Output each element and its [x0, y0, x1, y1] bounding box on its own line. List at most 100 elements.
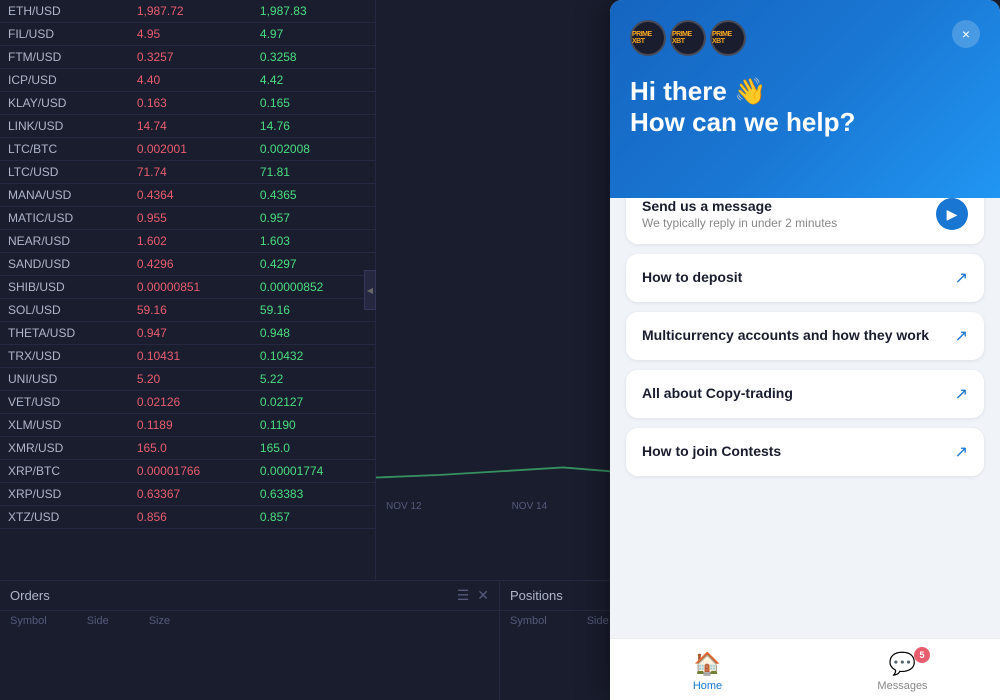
- market-row[interactable]: XRP/USD 0.63367 0.63383: [0, 483, 375, 506]
- market-row[interactable]: SOL/USD 59.16 59.16: [0, 299, 375, 322]
- send-message-title: Send us a message: [642, 198, 837, 214]
- market-row[interactable]: MANA/USD 0.4364 0.4365: [0, 184, 375, 207]
- orders-panel-title: Orders: [10, 588, 50, 603]
- market-row[interactable]: TRX/USD 0.10431 0.10432: [0, 345, 375, 368]
- market-row[interactable]: LINK/USD 14.74 14.76: [0, 115, 375, 138]
- chat-overlay: PRIME XBT PRIME XBT PRIME XBT × Hi there…: [610, 0, 1000, 700]
- symbol-cell: LTC/USD: [0, 161, 129, 184]
- help-link-title: All about Copy-trading: [642, 385, 793, 401]
- symbol-cell: NEAR/USD: [0, 230, 129, 253]
- tab-home[interactable]: 🏠 Home: [610, 647, 805, 696]
- logo-group: PRIME XBT PRIME XBT PRIME XBT: [630, 20, 746, 56]
- symbol-cell: FTM/USD: [0, 46, 129, 69]
- ask-cell: 5.22: [252, 368, 375, 391]
- chat-greeting: Hi there 👋 How can we help?: [630, 76, 980, 138]
- date-label-nov14: NOV 14: [512, 501, 548, 512]
- help-link-content: All about Copy-trading: [642, 385, 793, 403]
- market-row[interactable]: KLAY/USD 0.163 0.165: [0, 92, 375, 115]
- send-message-card-content: Send us a message We typically reply in …: [642, 198, 837, 230]
- ask-cell: 0.857: [252, 506, 375, 529]
- bid-cell: 0.4364: [129, 184, 252, 207]
- symbol-cell: KLAY/USD: [0, 92, 129, 115]
- collapse-button[interactable]: ◀: [364, 270, 376, 310]
- orders-close-icon[interactable]: ✕: [477, 587, 489, 604]
- symbol-cell: THETA/USD: [0, 322, 129, 345]
- ask-cell: 0.002008: [252, 138, 375, 161]
- chat-header: PRIME XBT PRIME XBT PRIME XBT × Hi there…: [610, 0, 1000, 198]
- ask-cell: 0.948: [252, 322, 375, 345]
- send-message-icon: ▶: [936, 198, 968, 230]
- bid-cell: 5.20: [129, 368, 252, 391]
- symbol-cell: LINK/USD: [0, 115, 129, 138]
- market-row[interactable]: UNI/USD 5.20 5.22: [0, 368, 375, 391]
- bid-cell: 0.1189: [129, 414, 252, 437]
- positions-panel-title: Positions: [510, 588, 563, 603]
- logo-2: PRIME XBT: [670, 20, 706, 56]
- orders-menu-icon[interactable]: ☰: [457, 587, 470, 604]
- symbol-cell: XRP/BTC: [0, 460, 129, 483]
- symbol-cell: XTZ/USD: [0, 506, 129, 529]
- bid-cell: 0.4296: [129, 253, 252, 276]
- market-row[interactable]: MATIC/USD 0.955 0.957: [0, 207, 375, 230]
- ask-cell: 165.0: [252, 437, 375, 460]
- bid-cell: 59.16: [129, 299, 252, 322]
- symbol-cell: SOL/USD: [0, 299, 129, 322]
- market-row[interactable]: ETH/USD 1,987.72 1,987.83: [0, 0, 375, 23]
- ask-cell: 0.4365: [252, 184, 375, 207]
- external-link-icon: ↗: [955, 326, 968, 346]
- market-row[interactable]: NEAR/USD 1.602 1.603: [0, 230, 375, 253]
- market-row[interactable]: VET/USD 0.02126 0.02127: [0, 391, 375, 414]
- market-row[interactable]: THETA/USD 0.947 0.948: [0, 322, 375, 345]
- messages-tab-label: Messages: [877, 680, 927, 692]
- symbol-cell: SAND/USD: [0, 253, 129, 276]
- bid-cell: 165.0: [129, 437, 252, 460]
- bid-cell: 0.00001766: [129, 460, 252, 483]
- market-row[interactable]: SAND/USD 0.4296 0.4297: [0, 253, 375, 276]
- help-link-card[interactable]: How to deposit ↗: [626, 254, 984, 302]
- bid-cell: 0.00000851: [129, 276, 252, 299]
- symbol-cell: UNI/USD: [0, 368, 129, 391]
- help-link-card[interactable]: All about Copy-trading ↗: [626, 370, 984, 418]
- symbol-cell: ICP/USD: [0, 69, 129, 92]
- market-row[interactable]: XLM/USD 0.1189 0.1190: [0, 414, 375, 437]
- market-row[interactable]: FIL/USD 4.95 4.97: [0, 23, 375, 46]
- home-tab-label: Home: [693, 680, 722, 692]
- ask-cell: 0.4297: [252, 253, 375, 276]
- ask-cell: 4.42: [252, 69, 375, 92]
- bid-cell: 0.856: [129, 506, 252, 529]
- bid-cell: 0.10431: [129, 345, 252, 368]
- help-link-card[interactable]: Multicurrency accounts and how they work…: [626, 312, 984, 360]
- chat-close-button[interactable]: ×: [952, 20, 980, 48]
- greeting-text: Hi there 👋: [630, 76, 980, 107]
- tab-messages[interactable]: 5 💬 Messages: [805, 647, 1000, 696]
- market-row[interactable]: XTZ/USD 0.856 0.857: [0, 506, 375, 529]
- market-row[interactable]: XRP/BTC 0.00001766 0.00001774: [0, 460, 375, 483]
- symbol-cell: XRP/USD: [0, 483, 129, 506]
- ask-cell: 14.76: [252, 115, 375, 138]
- external-link-icon: ↗: [955, 442, 968, 462]
- help-link-title: Multicurrency accounts and how they work: [642, 327, 929, 343]
- orders-col-side: Side: [87, 615, 109, 627]
- bid-cell: 0.163: [129, 92, 252, 115]
- ask-cell: 71.81: [252, 161, 375, 184]
- bid-cell: 71.74: [129, 161, 252, 184]
- help-link-card[interactable]: How to join Contests ↗: [626, 428, 984, 476]
- bid-cell: 4.95: [129, 23, 252, 46]
- bid-cell: 4.40: [129, 69, 252, 92]
- market-row[interactable]: LTC/BTC 0.002001 0.002008: [0, 138, 375, 161]
- date-label-nov12: NOV 12: [386, 501, 422, 512]
- bid-cell: 0.02126: [129, 391, 252, 414]
- bid-cell: 0.63367: [129, 483, 252, 506]
- bid-cell: 14.74: [129, 115, 252, 138]
- orders-col-size: Size: [149, 615, 170, 627]
- market-row[interactable]: ICP/USD 4.40 4.42: [0, 69, 375, 92]
- market-row[interactable]: LTC/USD 71.74 71.81: [0, 161, 375, 184]
- ask-cell: 0.63383: [252, 483, 375, 506]
- market-row[interactable]: SHIB/USD 0.00000851 0.00000852: [0, 276, 375, 299]
- symbol-cell: LTC/BTC: [0, 138, 129, 161]
- ask-cell: 0.1190: [252, 414, 375, 437]
- market-row[interactable]: FTM/USD 0.3257 0.3258: [0, 46, 375, 69]
- market-row[interactable]: XMR/USD 165.0 165.0: [0, 437, 375, 460]
- help-link-title: How to join Contests: [642, 443, 781, 459]
- ask-cell: 0.02127: [252, 391, 375, 414]
